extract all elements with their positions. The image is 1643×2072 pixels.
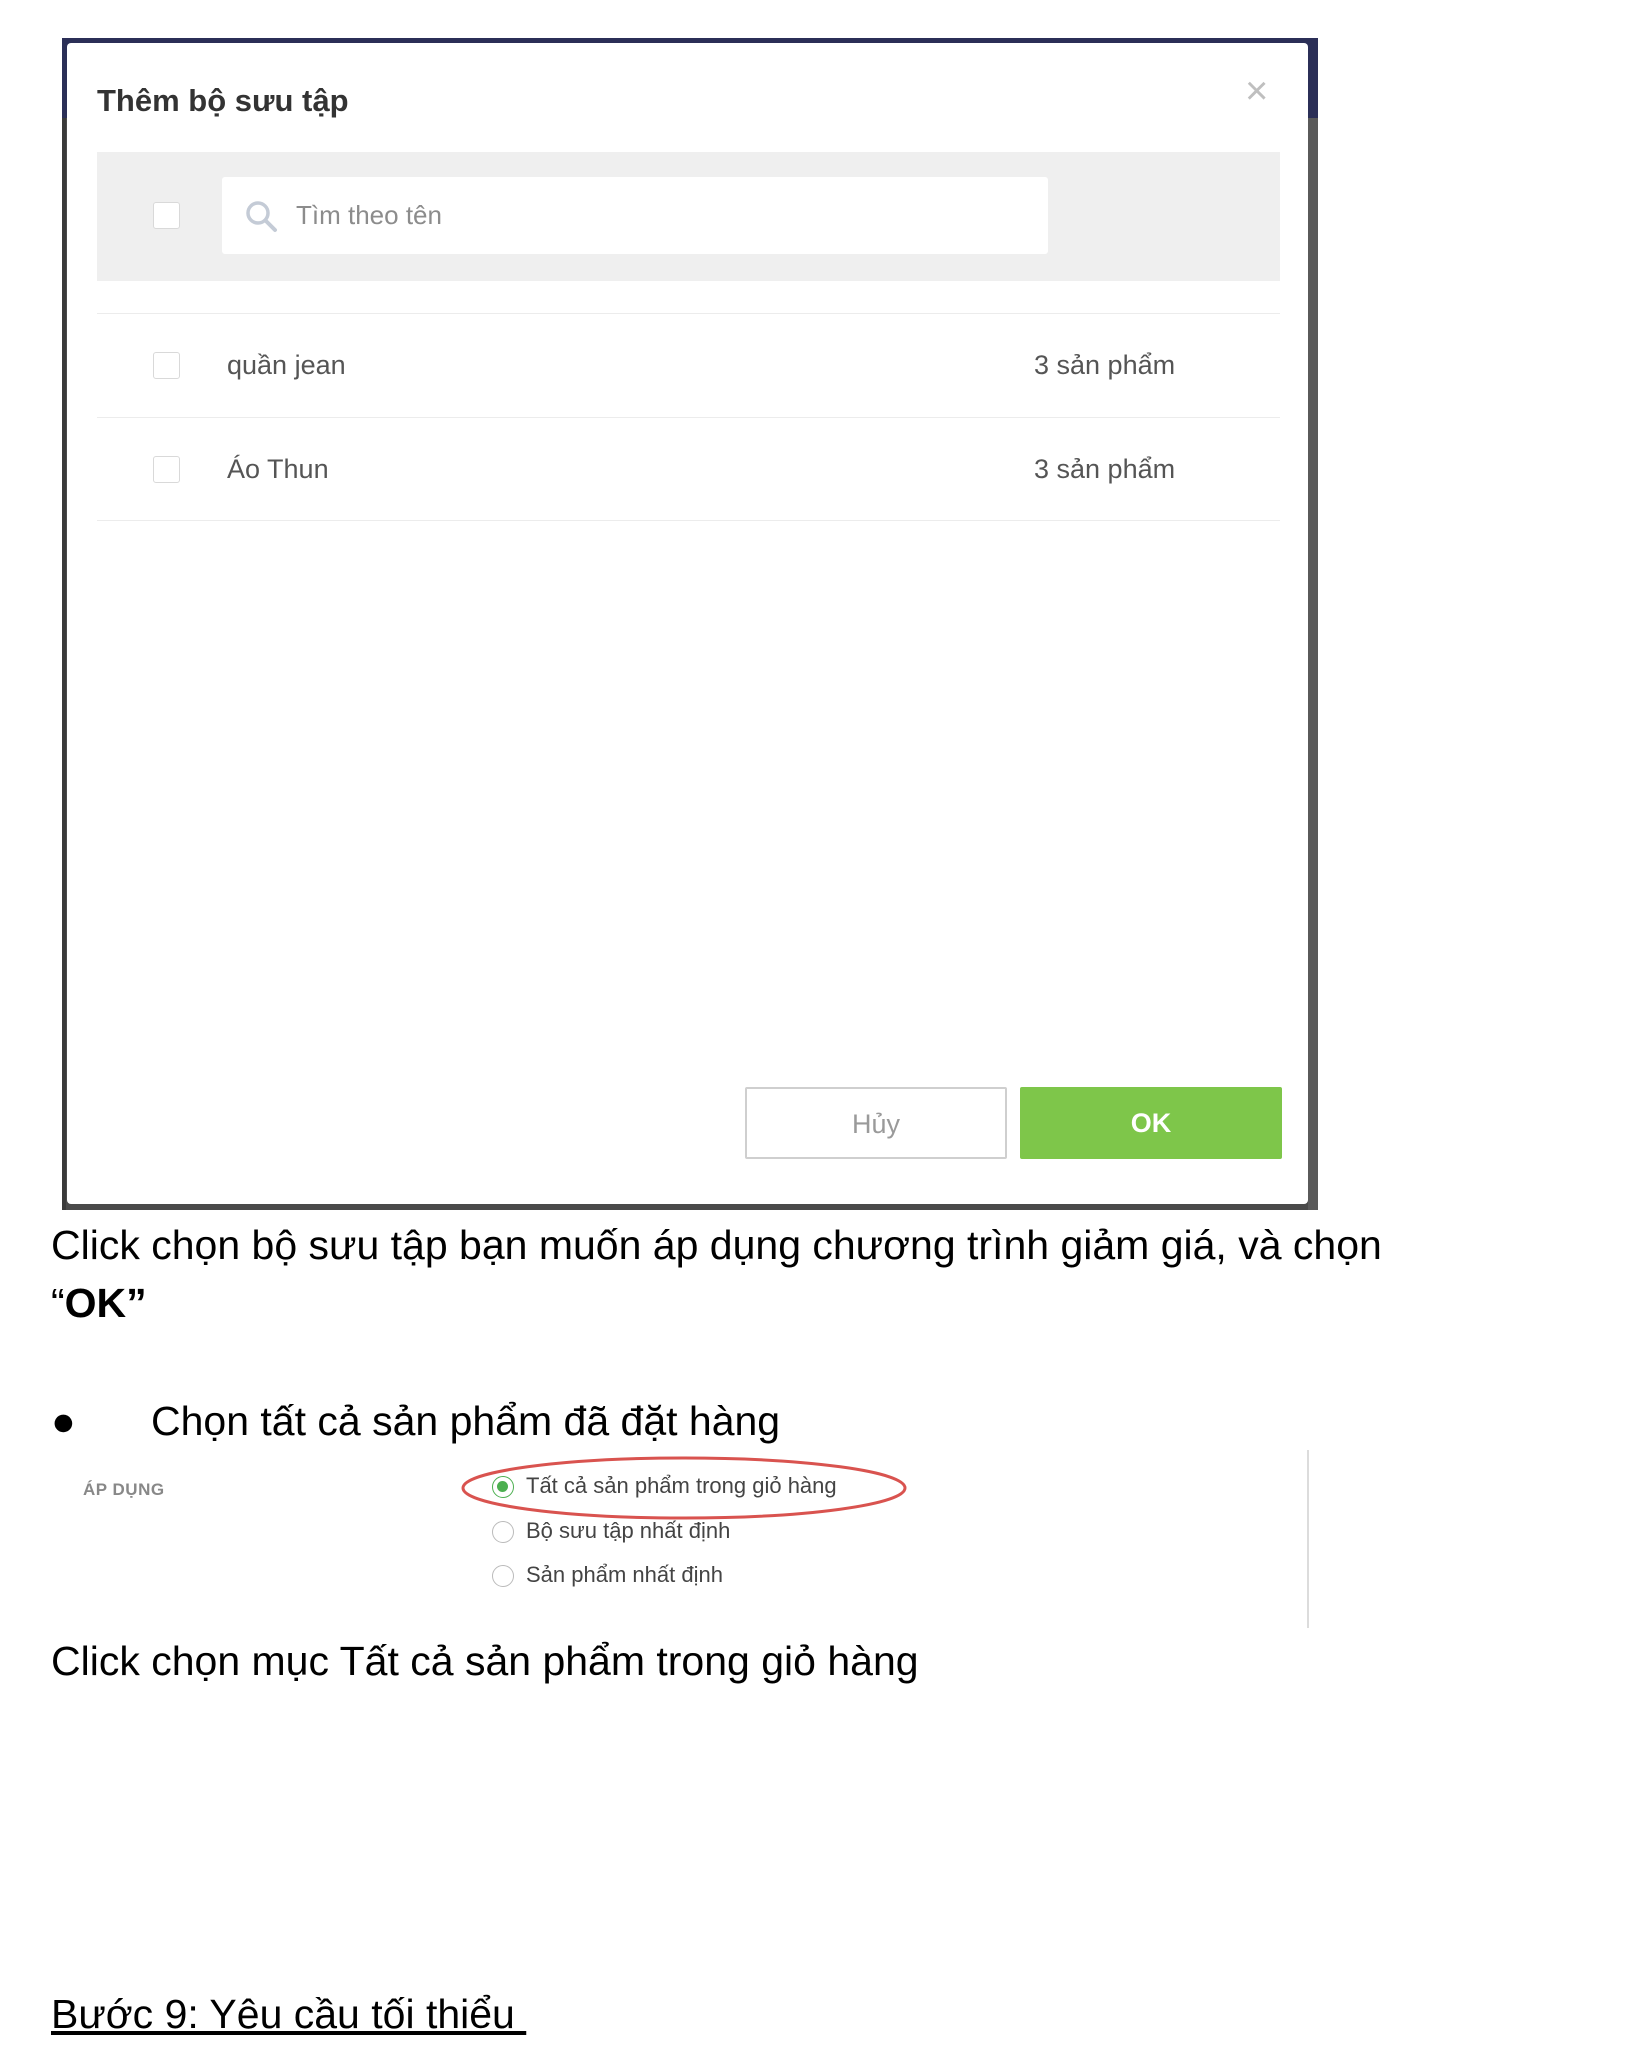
background-strip-right — [1308, 118, 1318, 1210]
product-count: 3 sản phẩm — [1034, 454, 1176, 484]
add-collection-modal: Thêm bộ sưu tập × quần jean 3 sản phẩm Á… — [67, 43, 1308, 1204]
ok-button[interactable]: OK — [1020, 1087, 1282, 1159]
dialog-screenshot: Thêm bộ sưu tập × quần jean 3 sản phẩm Á… — [62, 38, 1318, 1210]
radio-button[interactable] — [492, 1521, 514, 1543]
select-all-checkbox[interactable] — [153, 202, 180, 229]
collection-name: quần jean — [227, 350, 346, 380]
cancel-button[interactable]: Hủy — [745, 1087, 1007, 1159]
quote-open: “ — [51, 1280, 65, 1326]
quote-close: ” — [126, 1280, 147, 1326]
background-strip-left — [62, 118, 66, 1210]
modal-title: Thêm bộ sưu tập — [97, 83, 349, 118]
list-item[interactable]: Áo Thun 3 sản phẩm — [97, 417, 1280, 521]
bullet-text: Chọn tất cả sản phẩm đã đặt hàng — [151, 1398, 781, 1444]
search-input[interactable] — [296, 177, 996, 254]
search-bar — [97, 152, 1280, 281]
row-checkbox[interactable] — [153, 456, 180, 483]
bullet-icon: ● — [51, 1398, 76, 1444]
apply-screenshot: ÁP DỤNG Tất cả sản phẩm trong giỏ hàng B… — [62, 1450, 1312, 1630]
ok-emphasis: OK — [64, 1280, 127, 1326]
radio-button-checked[interactable] — [492, 1476, 514, 1498]
radio-label: Bộ sưu tập nhất định — [526, 1518, 731, 1543]
instruction-paragraph: Click chọn bộ sưu tập bạn muốn áp dụng c… — [51, 1216, 1591, 1332]
radio-button[interactable] — [492, 1565, 514, 1587]
collection-name: Áo Thun — [227, 454, 329, 484]
list-item[interactable]: quần jean 3 sản phẩm — [97, 313, 1280, 417]
row-checkbox[interactable] — [153, 352, 180, 379]
instruction-paragraph-2: Click chọn mục Tất cả sản phẩm trong giỏ… — [51, 1638, 919, 1684]
collection-list: quần jean 3 sản phẩm Áo Thun 3 sản phẩm — [97, 313, 1280, 521]
radio-label: Sản phẩm nhất định — [526, 1562, 723, 1587]
apply-label: ÁP DỤNG — [83, 1480, 165, 1499]
product-count: 3 sản phẩm — [1034, 350, 1176, 380]
search-box[interactable] — [222, 177, 1048, 254]
search-icon — [246, 201, 277, 232]
instruction-text: Click chọn bộ sưu tập bạn muốn áp dụng c… — [51, 1222, 1382, 1268]
close-icon[interactable]: × — [1245, 71, 1268, 111]
step-heading: Bước 9: Yêu cầu tối thiểu — [51, 1991, 527, 2037]
radio-label: Tất cả sản phẩm trong giỏ hàng — [526, 1473, 837, 1498]
divider — [1307, 1450, 1309, 1628]
